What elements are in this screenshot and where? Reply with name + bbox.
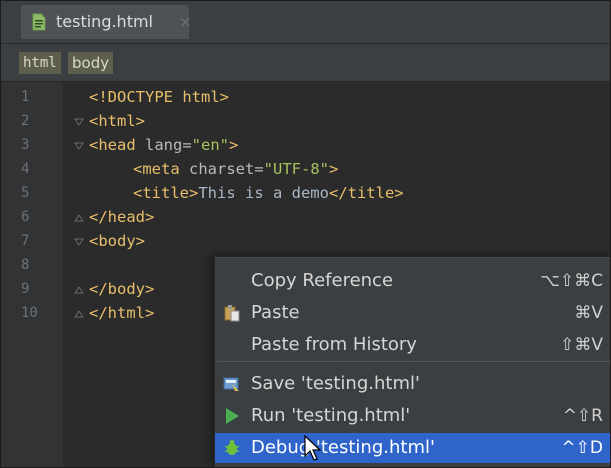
menu-item-label: Run 'testing.html' [251, 405, 411, 426]
editor-window: testing.html × html body 1 2 3 4 5 6 7 8… [0, 0, 611, 468]
code-line-7: <body> [89, 229, 145, 253]
code-token: </html> [89, 304, 155, 322]
mouse-pointer-icon [304, 434, 322, 461]
code-token: This is a demo [198, 184, 329, 202]
fold-close-icon[interactable] [74, 213, 84, 223]
line-number: 5 [21, 185, 30, 201]
code-line-4: <meta charset="UTF-8"> [133, 157, 338, 181]
code-token: charset= [189, 160, 264, 178]
menu-item-run[interactable]: Run 'testing.html' ^⇧R [215, 401, 610, 431]
line-number: 8 [21, 257, 30, 273]
line-number: 9 [21, 281, 30, 297]
line-number: 6 [21, 209, 30, 225]
fold-open-icon[interactable] [74, 117, 84, 127]
code-line-10: </html> [89, 301, 154, 325]
code-line-9: </body> [89, 277, 154, 301]
line-number: 7 [21, 233, 30, 249]
code-token: > [328, 160, 339, 178]
code-token: </title> [328, 184, 404, 202]
tab-label: testing.html [56, 12, 153, 31]
menu-item-paste[interactable]: Paste ⌘V [215, 298, 610, 328]
code-token: </body> [89, 280, 155, 298]
code-token: <body> [89, 232, 145, 250]
code-line-2: <html> [89, 109, 145, 133]
menu-separator [217, 361, 610, 362]
code-token: <html> [89, 112, 145, 130]
menu-item-shortcut: ^⇧R [562, 406, 603, 426]
breadcrumb-html[interactable]: html [19, 52, 61, 74]
code-token: "en" [191, 136, 229, 154]
breadcrumb-body[interactable]: body [68, 52, 114, 74]
line-number: 1 [21, 89, 30, 105]
code-token: <title> [133, 184, 199, 202]
paste-icon [224, 305, 240, 322]
menu-item-label: Copy Reference [251, 270, 394, 291]
context-menu: Copy Reference ⌥⇧⌘C Paste ⌘V Paste from … [214, 257, 610, 467]
code-line-3: <head lang="en"> [89, 133, 238, 157]
menu-item-save[interactable]: Save 'testing.html' [215, 369, 610, 399]
code-token: > [229, 136, 239, 154]
debug-icon [224, 440, 240, 455]
tab-testing-html[interactable]: testing.html × [21, 5, 192, 39]
menu-item-copy-reference[interactable]: Copy Reference ⌥⇧⌘C [215, 266, 610, 296]
menu-item-label: Save 'testing.html' [251, 373, 420, 394]
menu-item-shortcut: ⌥⇧⌘C [540, 271, 603, 291]
code-token: <!DOCTYPE html> [89, 88, 229, 106]
fold-open-icon[interactable] [74, 141, 84, 151]
line-number: 3 [21, 137, 30, 153]
code-line-1: <!DOCTYPE html> [89, 85, 229, 109]
code-line-6: </head> [89, 205, 154, 229]
menu-item-debug[interactable]: Debug 'testing.html' ^⇧D [215, 433, 610, 463]
menu-item-paste-from-history[interactable]: Paste from History ⇧⌘V [215, 330, 610, 356]
breadcrumb: html body [1, 44, 610, 82]
fold-close-icon[interactable] [74, 309, 84, 319]
code-token: lang= [145, 136, 192, 154]
code-token: <meta [133, 160, 189, 178]
menu-item-label: Paste from History [251, 334, 417, 355]
menu-item-shortcut: ^⇧D [561, 438, 603, 458]
run-icon [226, 408, 239, 424]
line-number: 2 [21, 113, 30, 129]
save-icon [223, 377, 239, 391]
line-number-gutter: 1 2 3 4 5 6 7 8 9 10 [1, 82, 63, 467]
code-line-5: <title>This is a demo</title> [133, 181, 404, 205]
line-number: 4 [21, 161, 30, 177]
code-token: </head> [89, 208, 155, 226]
line-number: 10 [21, 305, 38, 321]
fold-close-icon[interactable] [74, 285, 84, 295]
menu-item-label: Paste [251, 302, 300, 323]
tab-bar: testing.html × [1, 1, 610, 44]
menu-item-shortcut: ⌘V [574, 303, 603, 323]
close-icon[interactable]: × [179, 13, 192, 31]
code-token: <head [89, 136, 145, 154]
fold-open-icon[interactable] [74, 237, 84, 247]
menu-item-label: Debug 'testing.html' [251, 437, 435, 458]
code-token: "UTF-8" [263, 160, 329, 178]
html-file-icon [32, 13, 46, 31]
menu-item-shortcut: ⇧⌘V [560, 335, 603, 355]
